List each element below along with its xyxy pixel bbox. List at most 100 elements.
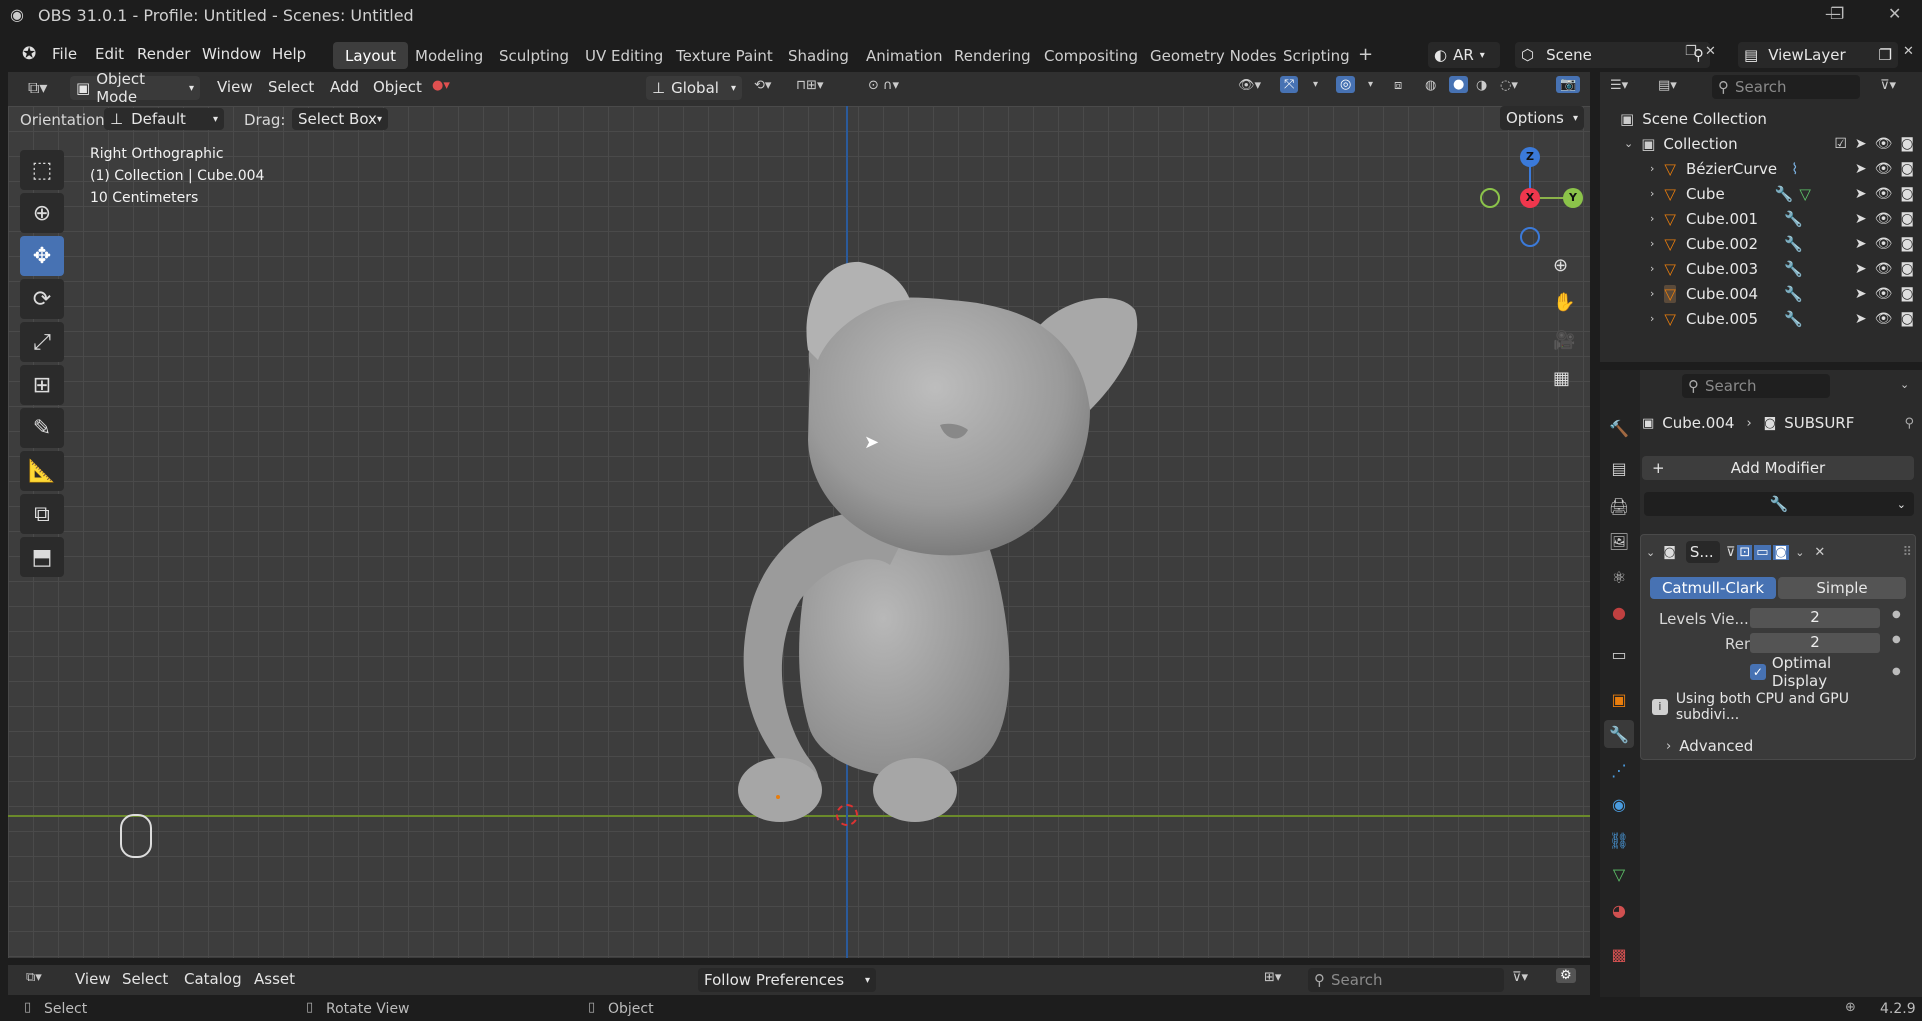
gizmo-y-ball[interactable]: Y bbox=[1563, 188, 1583, 208]
select-box-tool[interactable]: ⬚ bbox=[20, 150, 64, 190]
outliner-scene-collection[interactable]: ▣ Scene Collection bbox=[1620, 106, 1920, 131]
move-tool[interactable]: ✥ bbox=[20, 236, 64, 276]
restore-button[interactable]: ❐ bbox=[1830, 4, 1844, 23]
transform-orientation-dropdown[interactable]: ⊥ Global ▾ bbox=[646, 76, 742, 100]
tab-sculpting[interactable]: Sculpting bbox=[487, 42, 581, 69]
menu-edit[interactable]: Edit bbox=[95, 45, 124, 63]
overlay-toggle-icon[interactable]: ◎ bbox=[1336, 76, 1356, 93]
zoom-icon[interactable]: ⊕ bbox=[1553, 255, 1568, 276]
object-mode-dropdown[interactable]: ▣ Object Mode ▾ bbox=[70, 70, 200, 106]
asset-search-input[interactable]: ⚲ Search bbox=[1308, 968, 1504, 992]
texture-tab-icon[interactable]: ▩ bbox=[1604, 940, 1634, 968]
outliner-search-input[interactable]: ⚲ Search bbox=[1712, 75, 1860, 99]
gear-icon[interactable]: ⚙ bbox=[1556, 968, 1576, 983]
properties-search-input[interactable]: ⚲ Search bbox=[1682, 374, 1830, 398]
eye-icon[interactable]: 👁 bbox=[1875, 136, 1893, 152]
drag-dropdown[interactable]: Select Box ▾ bbox=[292, 108, 388, 130]
add-workspace-button[interactable]: + bbox=[1358, 44, 1373, 65]
asset-editor-icon[interactable]: ⧉▾ bbox=[26, 970, 42, 985]
optimal-display-checkbox[interactable]: ✓ Optimal Display bbox=[1750, 654, 1890, 690]
camera-view-icon[interactable]: 📷 bbox=[1556, 76, 1581, 93]
gizmo-neg-z-ball[interactable] bbox=[1520, 227, 1540, 247]
material-ball-icon[interactable]: ●▾ bbox=[432, 78, 450, 93]
drag-handle-icon[interactable]: ⠿ bbox=[1902, 545, 1912, 560]
render-levels-field[interactable]: 2 bbox=[1750, 633, 1880, 653]
delete-scene-icon[interactable]: ✕ bbox=[1705, 44, 1716, 59]
cat-model[interactable] bbox=[650, 250, 1150, 830]
annotate-tool[interactable]: ✎ bbox=[20, 408, 64, 448]
modifier-extra-dropdown[interactable]: 🔧 ⌄ bbox=[1644, 492, 1914, 516]
extrude-tool[interactable]: ⬒ bbox=[20, 537, 64, 577]
scene-tab-icon[interactable]: ⚛ bbox=[1604, 563, 1634, 591]
menu-window[interactable]: Window bbox=[202, 45, 261, 63]
viewport-menu-select[interactable]: Select bbox=[268, 78, 314, 96]
physics-tab-icon[interactable]: ◉ bbox=[1604, 790, 1634, 818]
outliner-collection[interactable]: ⌄ ▣ Collection ☑ ➤ 👁 ◙ bbox=[1620, 131, 1920, 156]
particles-tab-icon[interactable]: ⋰ bbox=[1604, 756, 1634, 784]
tab-texture-paint[interactable]: Texture Paint bbox=[664, 42, 785, 69]
camera-icon[interactable]: ◙ bbox=[1900, 311, 1914, 327]
material-tab-icon[interactable]: ◕ bbox=[1604, 896, 1634, 924]
eye-icon[interactable]: 👁 bbox=[1875, 211, 1893, 227]
viewport-menu-object[interactable]: Object bbox=[373, 78, 422, 96]
modifier-tab-icon[interactable]: 🔧 bbox=[1604, 720, 1634, 748]
proportional-edit-icon[interactable]: ⊙ ∩▾ bbox=[868, 78, 899, 93]
object-tab-icon[interactable]: ▣ bbox=[1604, 685, 1634, 713]
add-modifier-button[interactable]: + Add Modifier bbox=[1642, 456, 1914, 480]
outliner-item-beziercurve[interactable]: › ▽ BézierCurve ⌇ ➤ 👁 ◙ bbox=[1620, 156, 1920, 181]
chevron-down-icon[interactable]: ⌄ bbox=[1795, 546, 1804, 559]
delete-modifier-icon[interactable]: ✕ bbox=[1814, 545, 1825, 560]
select-icon[interactable]: ➤ bbox=[1855, 211, 1867, 227]
tool-tab-icon[interactable]: 🔨 bbox=[1604, 414, 1634, 442]
checkbox-icon[interactable]: ✓ bbox=[1750, 664, 1766, 680]
grid-icon[interactable]: ▦ bbox=[1553, 368, 1570, 389]
tab-shading[interactable]: Shading bbox=[776, 42, 861, 69]
on-cage-toggle-icon[interactable]: ⊡ bbox=[1737, 544, 1753, 560]
render-tab-icon[interactable]: ▤ bbox=[1604, 454, 1634, 482]
outliner-editor-icon[interactable]: ☰▾ bbox=[1610, 78, 1628, 93]
eye-icon[interactable]: 👁 bbox=[1875, 261, 1893, 277]
gizmo-x-ball[interactable]: X bbox=[1520, 188, 1540, 208]
select-icon[interactable]: ➤ bbox=[1855, 161, 1867, 177]
cursor-tool[interactable]: ⊕ bbox=[20, 193, 64, 233]
chevron-down-icon[interactable]: ▾ bbox=[1313, 79, 1318, 90]
tab-scripting[interactable]: Scripting bbox=[1271, 42, 1362, 69]
tab-animation[interactable]: Animation bbox=[854, 42, 954, 69]
data-tab-icon[interactable]: ▽ bbox=[1604, 860, 1634, 888]
new-scene-icon[interactable]: ❐ bbox=[1685, 44, 1697, 59]
outliner-item-cube-004[interactable]: › ▽ Cube.004 🔧 ➤ 👁 ◙ bbox=[1620, 281, 1920, 306]
viewport-menu-add[interactable]: Add bbox=[330, 78, 359, 96]
tab-layout[interactable]: Layout bbox=[333, 42, 408, 69]
filter-icon[interactable]: ⊽▾ bbox=[1512, 970, 1528, 985]
navigation-gizmo[interactable]: Z X Y bbox=[1480, 145, 1590, 255]
checkbox-icon[interactable]: ☑ bbox=[1834, 136, 1847, 152]
3d-cursor[interactable] bbox=[836, 804, 858, 826]
camera-icon[interactable]: ◙ bbox=[1900, 286, 1914, 302]
menu-help[interactable]: Help bbox=[272, 45, 306, 63]
keyframe-dot-icon[interactable]: ● bbox=[1892, 609, 1901, 620]
menu-file[interactable]: File bbox=[52, 45, 77, 63]
scene-selector[interactable]: ⬡ Scene ⚲ bbox=[1515, 42, 1710, 68]
xray-icon[interactable]: ⧈ bbox=[1394, 78, 1402, 93]
keyframe-dot-icon[interactable]: ● bbox=[1892, 666, 1901, 677]
render-toggle-icon[interactable]: ◙ bbox=[1772, 544, 1790, 560]
select-icon[interactable]: ➤ bbox=[1855, 311, 1867, 327]
camera-icon[interactable]: ◙ bbox=[1900, 236, 1914, 252]
viewport-toggle-icon[interactable]: ▭ bbox=[1754, 544, 1771, 560]
keyframe-dot-icon[interactable]: ● bbox=[1892, 634, 1901, 645]
editor-type-icon[interactable]: ⧉▾ bbox=[28, 78, 47, 98]
asset-menu-asset[interactable]: Asset bbox=[254, 970, 295, 988]
visibility-icon[interactable]: 👁▾ bbox=[1238, 78, 1261, 93]
outliner-item-cube-003[interactable]: › ▽ Cube.003 🔧 ➤ 👁 ◙ bbox=[1620, 256, 1920, 281]
add-cube-tool[interactable]: ⧉ bbox=[20, 494, 64, 534]
scale-tool[interactable]: ⤢ bbox=[20, 322, 64, 362]
filter-icon[interactable]: ⊽▾ bbox=[1880, 78, 1896, 93]
select-icon[interactable]: ➤ bbox=[1855, 136, 1867, 152]
camera-icon[interactable]: ◙ bbox=[1900, 136, 1914, 152]
outliner-item-cube-001[interactable]: › ▽ Cube.001 🔧 ➤ 👁 ◙ bbox=[1620, 206, 1920, 231]
delete-view-layer-icon[interactable]: ✕ bbox=[1903, 44, 1914, 59]
blender-logo-icon[interactable]: ✪ bbox=[22, 44, 36, 64]
asset-menu-catalog[interactable]: Catalog bbox=[184, 970, 242, 988]
collection-tab-icon[interactable]: ▭ bbox=[1604, 640, 1634, 668]
close-button[interactable]: ✕ bbox=[1888, 4, 1901, 23]
